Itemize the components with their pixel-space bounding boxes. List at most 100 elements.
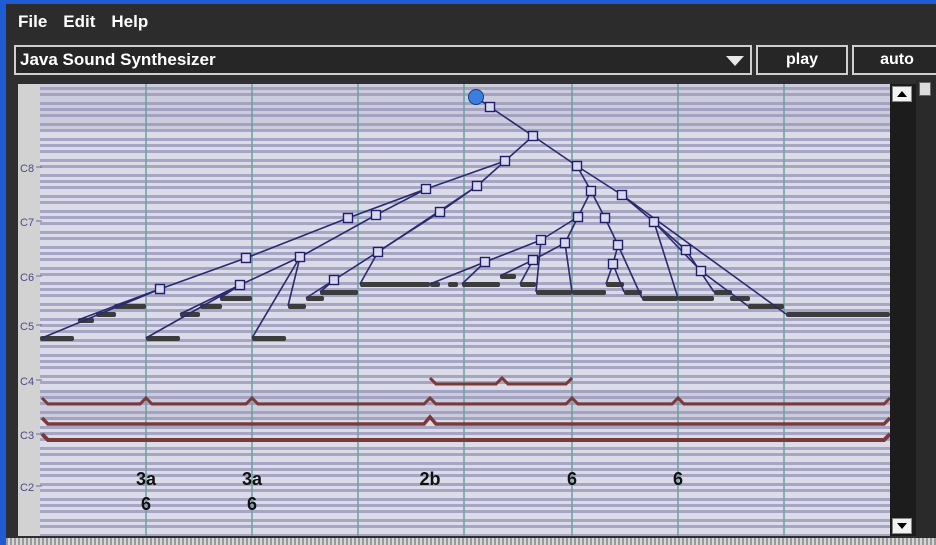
pitch-row <box>40 237 890 240</box>
octave-label: C8 <box>20 163 34 175</box>
tree-node <box>527 130 539 142</box>
horizontal-scrollbar[interactable] <box>6 538 936 545</box>
pitch-row <box>40 462 890 465</box>
note-bar <box>448 282 458 287</box>
pitch-row <box>40 465 890 468</box>
note-bar <box>572 290 606 295</box>
pitch-row <box>40 375 890 378</box>
piano-roll-canvas[interactable]: C8 C7 C6 C5 C4 C3 C2 3a 6 3a 6 2b 6 6 <box>0 0 936 545</box>
arrow-down-icon <box>897 523 907 529</box>
note-bar <box>536 290 572 295</box>
pitch-row <box>40 153 890 156</box>
pitch-row <box>40 213 890 216</box>
resize-grip[interactable] <box>919 82 931 96</box>
pitch-row <box>40 210 890 213</box>
keyboard-gutter <box>18 84 40 536</box>
tree-node <box>499 155 511 167</box>
pitch-row <box>40 486 890 489</box>
note-bar <box>252 336 286 341</box>
pitch-row <box>40 240 890 243</box>
pitch-row <box>40 216 890 219</box>
tree-node <box>240 252 252 264</box>
annotation-top: 2b <box>419 469 440 489</box>
pitch-row <box>40 450 890 453</box>
pitch-row <box>40 447 890 450</box>
pitch-row <box>40 234 890 237</box>
pitch-row <box>40 165 890 168</box>
pitch-row <box>40 300 890 303</box>
octave-label: C6 <box>20 272 34 284</box>
pitch-row <box>40 372 890 375</box>
pitch-row <box>40 510 890 513</box>
pitch-row <box>40 138 890 141</box>
annotation-bottom: 6 <box>247 494 257 514</box>
pitch-row <box>40 357 890 360</box>
pitch-row <box>40 132 890 135</box>
pitch-row <box>40 534 890 536</box>
pitch-row <box>40 426 890 429</box>
tree-node <box>599 212 611 224</box>
pitch-row <box>40 468 890 471</box>
vertical-scrollbar[interactable] <box>890 84 916 536</box>
pitch-row <box>40 228 890 231</box>
scroll-down-button[interactable] <box>892 518 912 534</box>
pitch-row <box>40 342 890 345</box>
pitch-row <box>40 327 890 330</box>
pitch-row <box>40 525 890 528</box>
pitch-row <box>40 321 890 324</box>
pitch-row <box>40 351 890 354</box>
tree-node <box>559 237 571 249</box>
pitch-row <box>40 246 890 249</box>
note-bar <box>146 336 180 341</box>
pitch-row <box>40 264 890 267</box>
octave-label: C4 <box>20 376 34 388</box>
tree-node <box>484 101 496 113</box>
scroll-up-button[interactable] <box>892 86 912 102</box>
pitch-row <box>40 453 890 456</box>
tree-node <box>571 160 583 172</box>
pitch-row <box>40 147 890 150</box>
tree-node <box>680 244 692 256</box>
note-bar <box>678 296 714 301</box>
pitch-row <box>40 366 890 369</box>
pitch-row <box>40 219 890 222</box>
pitch-row <box>40 162 890 165</box>
pitch-row <box>40 474 890 477</box>
pitch-row <box>40 231 890 234</box>
pitch-row <box>40 258 890 261</box>
tree-node <box>471 180 483 192</box>
tree-node <box>607 258 619 270</box>
octave-label: C7 <box>20 217 34 229</box>
octave-band <box>40 84 890 130</box>
tree-node <box>695 265 707 277</box>
pitch-row <box>40 180 890 183</box>
pitch-row <box>40 363 890 366</box>
octave-label: C5 <box>20 321 34 333</box>
pitch-row <box>40 354 890 357</box>
pitch-row <box>40 186 890 189</box>
pitch-row <box>40 483 890 486</box>
pitch-row <box>40 495 890 498</box>
pitch-row <box>40 387 890 390</box>
pitch-row <box>40 477 890 480</box>
pitch-row <box>40 330 890 333</box>
pitch-row <box>40 291 890 294</box>
pitch-row <box>40 345 890 348</box>
pitch-row <box>40 159 890 162</box>
pitch-row <box>40 288 890 291</box>
pitch-row <box>40 207 890 210</box>
pitch-row <box>40 156 890 159</box>
pitch-row <box>40 531 890 534</box>
pitch-row <box>40 171 890 174</box>
pitch-row <box>40 252 890 255</box>
pitch-row <box>40 201 890 204</box>
pitch-row <box>40 141 890 144</box>
pitch-row <box>40 360 890 363</box>
annotation-top: 6 <box>567 469 577 489</box>
pitch-row <box>40 225 890 228</box>
pitch-row <box>40 318 890 321</box>
pitch-row <box>40 435 890 438</box>
pitch-row <box>40 432 890 435</box>
pitch-row <box>40 480 890 483</box>
pitch-row <box>40 309 890 312</box>
